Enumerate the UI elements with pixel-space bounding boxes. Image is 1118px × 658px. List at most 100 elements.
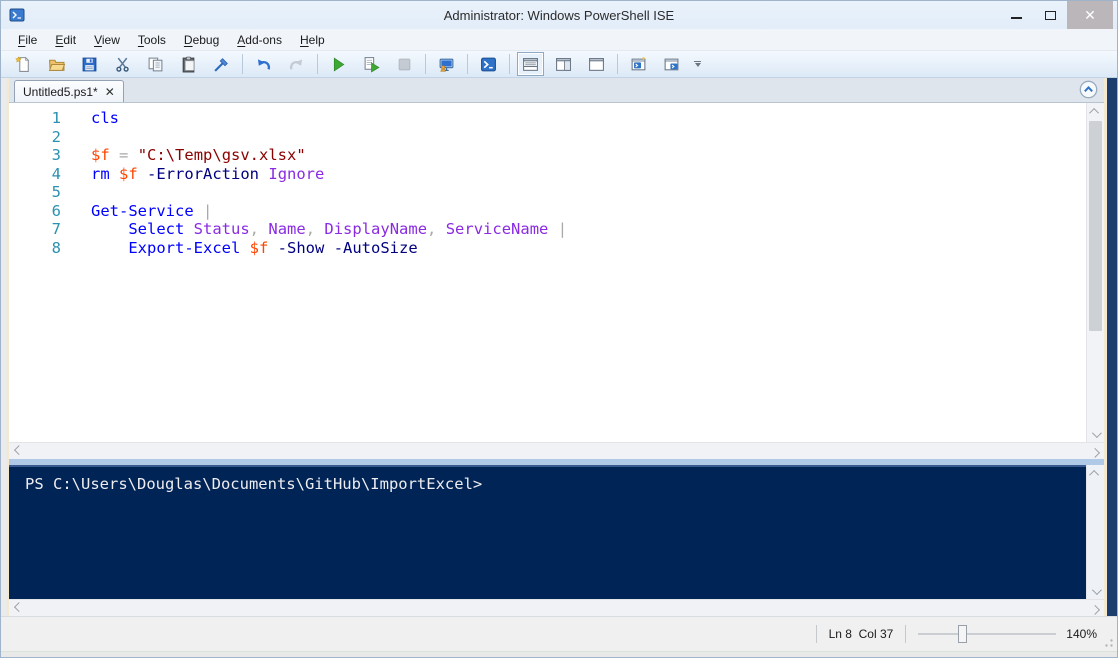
code-line[interactable]: 4rm $f -ErrorAction Ignore <box>9 165 1086 184</box>
scroll-left-arrow[interactable] <box>9 443 25 459</box>
window-frame-left <box>1 78 9 616</box>
console-vertical-scrollbar[interactable] <box>1086 465 1104 599</box>
show-script-pane-right-button[interactable] <box>550 52 577 76</box>
code-line[interactable]: 3$f = "C:\Temp\gsv.xlsx" <box>9 146 1086 165</box>
line-number: 7 <box>9 220 67 239</box>
run-selection-button[interactable] <box>358 52 385 76</box>
zoom-slider-track[interactable] <box>918 633 1056 635</box>
title-bar[interactable]: Administrator: Windows PowerShell ISE ✕ <box>1 1 1117 29</box>
chevron-down-icon <box>1092 585 1102 595</box>
chevron-up-icon <box>1089 469 1099 479</box>
cut-button[interactable] <box>109 52 136 76</box>
new-script-icon <box>15 56 32 73</box>
console-prompt: PS C:\Users\Douglas\Documents\GitHub\Imp… <box>25 475 482 493</box>
toolbar <box>1 51 1117 78</box>
show-script-pane-maximized-button[interactable] <box>583 52 610 76</box>
code-line[interactable]: 1cls <box>9 109 1086 128</box>
statusbar-separator <box>816 625 817 643</box>
open-script-button[interactable] <box>43 52 70 76</box>
toolbar-separator <box>467 54 468 74</box>
editor-scrollbar-thumb[interactable] <box>1089 121 1102 331</box>
toolbar-separator <box>242 54 243 74</box>
chevron-right-icon <box>1090 447 1100 457</box>
scroll-up-arrow[interactable] <box>1088 465 1104 481</box>
minimize-button[interactable] <box>999 1 1033 29</box>
editor-vertical-scrollbar[interactable] <box>1086 103 1104 442</box>
menu-edit[interactable]: Edit <box>46 30 85 50</box>
copy-button[interactable] <box>142 52 169 76</box>
undo-icon <box>255 56 272 73</box>
toolbar-overflow-button[interactable] <box>694 61 701 67</box>
save-script-button[interactable] <box>76 52 103 76</box>
code-line[interactable]: 6Get-Service | <box>9 202 1086 221</box>
new-remote-powershell-tab-icon <box>438 56 455 73</box>
show-script-pane-top-icon <box>522 56 539 73</box>
chevron-right-icon <box>1090 604 1100 614</box>
stop-operation-icon <box>396 56 413 73</box>
menu-bar: FileEditViewToolsDebugAdd-onsHelp <box>1 29 1117 51</box>
window-title: Administrator: Windows PowerShell ISE <box>1 8 1117 23</box>
show-script-pane-top-button[interactable] <box>517 52 544 76</box>
stop-operation-button[interactable] <box>391 52 418 76</box>
script-editor[interactable]: 1cls23$f = "C:\Temp\gsv.xlsx"4rm $f -Err… <box>9 103 1086 442</box>
tab-label: Untitled5.ps1* <box>23 85 98 99</box>
editor-horizontal-scrollbar[interactable] <box>9 442 1104 459</box>
show-script-pane-maximized-icon <box>588 56 605 73</box>
code-line[interactable]: 2 <box>9 128 1086 147</box>
scroll-right-arrow[interactable] <box>1088 600 1104 616</box>
line-number: 1 <box>9 109 67 128</box>
menu-tools[interactable]: Tools <box>129 30 175 50</box>
paste-button[interactable] <box>175 52 202 76</box>
menu-help[interactable]: Help <box>291 30 334 50</box>
zoom-slider[interactable] <box>918 625 1056 643</box>
scroll-down-arrow[interactable] <box>1088 426 1104 442</box>
menu-add-ons[interactable]: Add-ons <box>228 30 291 50</box>
resize-grip[interactable] <box>1101 635 1114 648</box>
scroll-up-arrow[interactable] <box>1088 103 1104 119</box>
open-script-icon <box>48 56 65 73</box>
scroll-down-arrow[interactable] <box>1088 583 1104 599</box>
show-powershell-window-button[interactable] <box>658 52 685 76</box>
overflow-icon <box>694 61 701 62</box>
run-selection-icon <box>363 56 380 73</box>
undo-button[interactable] <box>250 52 277 76</box>
menu-debug[interactable]: Debug <box>175 30 228 50</box>
clear-console-pane-icon <box>213 56 230 73</box>
chevron-down-icon <box>1092 428 1102 438</box>
new-script-button[interactable] <box>10 52 37 76</box>
console-horizontal-scrollbar[interactable] <box>9 599 1104 616</box>
tab-close-icon[interactable]: ✕ <box>105 86 115 98</box>
line-number: 6 <box>9 202 67 221</box>
window-frame-bottom <box>1 651 1117 657</box>
menu-view[interactable]: View <box>85 30 129 50</box>
code-line[interactable]: 7 Select Status, Name, DisplayName, Serv… <box>9 220 1086 239</box>
line-number: 3 <box>9 146 67 165</box>
new-remote-powershell-tab-button[interactable] <box>433 52 460 76</box>
code-line[interactable]: 8 Export-Excel $f -Show -AutoSize <box>9 239 1086 258</box>
status-bar: Ln 8 Col 37 140% <box>1 616 1117 651</box>
scroll-left-arrow[interactable] <box>9 600 25 616</box>
scroll-right-arrow[interactable] <box>1088 443 1104 459</box>
run-script-button[interactable] <box>325 52 352 76</box>
collapse-script-pane-button[interactable] <box>1079 80 1098 99</box>
powershell-ise-window: Administrator: Windows PowerShell ISE ✕ … <box>0 0 1118 658</box>
clear-console-pane-button[interactable] <box>208 52 235 76</box>
start-powershell-exe-button[interactable] <box>475 52 502 76</box>
paste-icon <box>180 56 197 73</box>
console-pane[interactable]: PS C:\Users\Douglas\Documents\GitHub\Imp… <box>9 465 1086 599</box>
show-powershell-window-icon <box>663 56 680 73</box>
tab-bar: Untitled5.ps1* ✕ <box>9 78 1104 102</box>
maximize-icon <box>1045 11 1056 20</box>
new-powershell-tab-button[interactable] <box>625 52 652 76</box>
line-number: 2 <box>9 128 67 147</box>
code-line[interactable]: 5 <box>9 183 1086 202</box>
toolbar-separator <box>617 54 618 74</box>
menu-file[interactable]: File <box>9 30 46 50</box>
maximize-button[interactable] <box>1033 1 1067 29</box>
redo-button[interactable] <box>283 52 310 76</box>
line-number: 8 <box>9 239 67 258</box>
zoom-slider-thumb[interactable] <box>958 625 967 643</box>
tab-untitled5[interactable]: Untitled5.ps1* ✕ <box>14 80 124 102</box>
close-button[interactable]: ✕ <box>1067 1 1113 29</box>
chevron-up-icon <box>1089 107 1099 117</box>
